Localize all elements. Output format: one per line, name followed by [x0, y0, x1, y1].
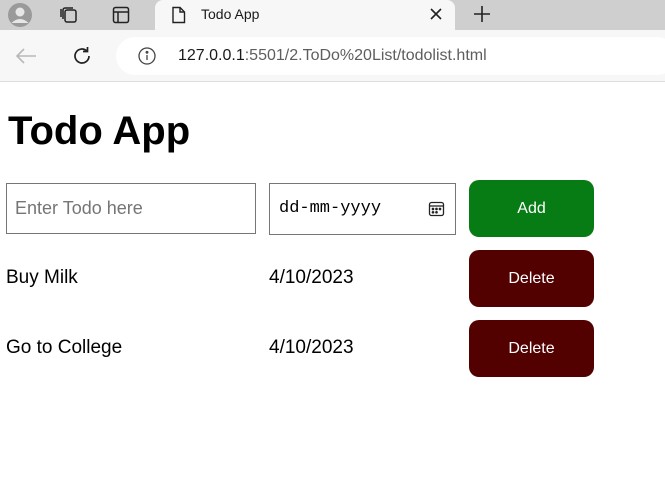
- calendar-icon[interactable]: [428, 200, 445, 217]
- address-bar: 127.0.0.1:5501/2.ToDo%20List/todolist.ht…: [0, 30, 665, 82]
- page-title: Todo App: [8, 109, 191, 153]
- page-icon: [171, 6, 187, 29]
- profile-icon[interactable]: [6, 0, 34, 30]
- tab-title: Todo App: [201, 6, 260, 22]
- date-input[interactable]: dd-mm-yyyy: [269, 183, 456, 235]
- url-field[interactable]: 127.0.0.1:5501/2.ToDo%20List/todolist.ht…: [116, 37, 665, 75]
- delete-button[interactable]: Delete: [469, 250, 594, 307]
- workspaces-icon[interactable]: [55, 0, 83, 30]
- browser-tab-bar: Todo App: [0, 0, 665, 30]
- info-icon[interactable]: [138, 47, 156, 65]
- url-text: 127.0.0.1:5501/2.ToDo%20List/todolist.ht…: [178, 47, 487, 65]
- new-tab-icon[interactable]: [468, 0, 496, 28]
- refresh-icon[interactable]: [68, 42, 96, 70]
- date-placeholder: dd-mm-yyyy: [279, 199, 382, 218]
- todo-input[interactable]: [6, 183, 256, 234]
- page-content: Todo App dd-mm-yyyy Add Buy Milk 4/10/20…: [0, 83, 665, 504]
- todo-date: 4/10/2023: [269, 337, 354, 358]
- url-host: 127.0.0.1: [178, 47, 245, 64]
- tab-actions-icon[interactable]: [107, 0, 135, 30]
- close-icon[interactable]: [427, 5, 445, 23]
- todo-name: Buy Milk: [6, 267, 78, 288]
- todo-date: 4/10/2023: [269, 267, 354, 288]
- add-button[interactable]: Add: [469, 180, 594, 237]
- todo-name: Go to College: [6, 337, 123, 358]
- delete-button[interactable]: Delete: [469, 320, 594, 377]
- tab-todo-app[interactable]: Todo App: [155, 0, 455, 30]
- url-path: :5501/2.ToDo%20List/todolist.html: [244, 47, 487, 64]
- back-arrow-icon[interactable]: [12, 42, 40, 70]
